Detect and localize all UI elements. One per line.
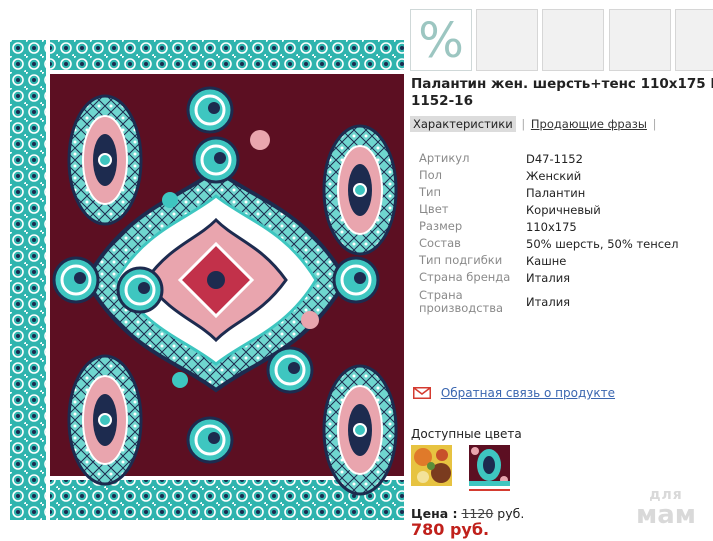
paisley-scarf-pattern (10, 40, 404, 520)
spec-value: D47-1152 (526, 151, 583, 166)
envelope-icon (413, 387, 431, 399)
watermark-logo: для мам (626, 488, 706, 528)
product-tabs: Характеристики | Продающие фразы | (410, 116, 658, 132)
current-price: 780 руб. (411, 520, 490, 539)
spec-row: Страна бренда Италия (419, 269, 678, 286)
spec-label: Тип подгибки (419, 253, 503, 267)
spec-row: Страна производства Италия (419, 286, 678, 318)
spec-label: Артикул (419, 151, 470, 165)
spec-row: Состав 50% шерсть, 50% тенсел (419, 235, 678, 252)
color-swatch-burgundy[interactable] (469, 445, 510, 486)
spec-label: Состав (419, 236, 461, 250)
product-title-line-1: Палантин жен. шерсть+тенс 110x175 D47- (411, 76, 713, 92)
tab-selling-phrases[interactable]: Продающие фразы (531, 117, 647, 131)
spec-value: Коричневый (526, 202, 601, 217)
percent-icon: % (418, 13, 464, 69)
spec-row: Пол Женский (419, 167, 678, 184)
specs-table: Артикул D47-1152 Пол Женский Тип Паланти… (419, 150, 678, 318)
spec-row: Размер 110x175 (419, 218, 678, 235)
thumbnail-2[interactable] (476, 9, 538, 71)
spec-value: 50% шерсть, 50% тенсел (526, 236, 679, 251)
spec-label: Страна производства (419, 288, 504, 315)
feedback-link[interactable]: Обратная связь о продукте (441, 386, 615, 400)
swatch-yellow-pattern (411, 445, 452, 486)
old-price: 1120 (461, 506, 494, 521)
spec-row: Цвет Коричневый (419, 201, 678, 218)
spec-value: Кашне (526, 253, 567, 268)
product-title-line-2: 1152-16 (411, 93, 473, 109)
swatch-burgundy-pattern (469, 445, 510, 486)
price-row: Цена : 1120 руб. (411, 506, 524, 521)
spec-value: 110x175 (526, 219, 577, 234)
spec-label: Страна бренда (419, 270, 511, 284)
spec-row: Артикул D47-1152 (419, 150, 678, 167)
available-colors-label: Доступные цвета (411, 427, 522, 441)
product-image[interactable] (10, 40, 404, 520)
thumbnail-3[interactable] (542, 9, 604, 71)
discount-badge-thumbnail[interactable]: % (410, 9, 472, 71)
tab-characteristics[interactable]: Характеристики (410, 116, 516, 132)
tab-separator: | (521, 117, 526, 131)
watermark-line-2: мам (635, 500, 697, 530)
spec-row: Тип подгибки Кашне (419, 252, 678, 269)
spec-label: Тип (419, 185, 442, 199)
old-price-currency: руб. (497, 506, 525, 521)
spec-label: Цвет (419, 202, 449, 216)
feedback-row: Обратная связь о продукте (413, 386, 615, 400)
spec-label: Пол (419, 168, 443, 182)
thumbnail-4[interactable] (609, 9, 671, 71)
spec-value: Италия (526, 295, 571, 309)
spec-row: Тип Палантин (419, 184, 678, 201)
spec-label: Размер (419, 219, 463, 233)
selected-swatch-indicator (469, 489, 510, 491)
tab-separator: | (652, 117, 657, 131)
spec-value: Палантин (526, 185, 586, 200)
spec-value: Женский (526, 168, 582, 183)
spec-value: Италия (526, 270, 571, 285)
thumbnail-5[interactable] (675, 9, 713, 71)
price-label: Цена : (411, 506, 458, 521)
color-swatch-yellow[interactable] (411, 445, 452, 486)
product-title: Палантин жен. шерсть+тенс 110x175 D47- 1… (411, 76, 713, 110)
